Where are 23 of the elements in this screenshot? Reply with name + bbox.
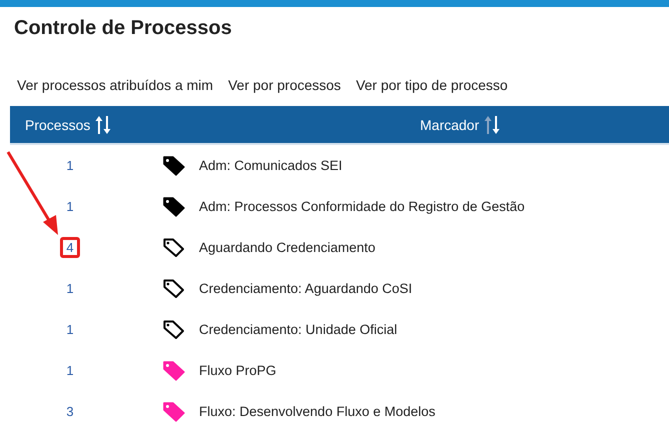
view-link[interactable]: Ver processos atribuídos a mim bbox=[17, 77, 214, 106]
page-title: Controle de Processos bbox=[13, 16, 233, 41]
process-count-link[interactable]: 1 bbox=[60, 360, 80, 381]
view-link[interactable]: Ver por tipo de processo bbox=[356, 77, 508, 106]
process-count-link[interactable]: 1 bbox=[60, 319, 80, 340]
process-count-link[interactable]: 1 bbox=[60, 196, 80, 217]
process-count-link[interactable]: 4 bbox=[60, 237, 80, 258]
column-header[interactable]: Processos bbox=[25, 116, 90, 132]
view-link[interactable]: Ver por processos bbox=[228, 77, 341, 106]
marker-link[interactable]: Credenciamento: Aguardando CoSI bbox=[199, 281, 412, 296]
process-count-link[interactable]: 1 bbox=[60, 155, 80, 176]
process-count-link[interactable]: 3 bbox=[60, 401, 80, 422]
marker-link[interactable]: Aguardando Credenciamento bbox=[199, 240, 376, 255]
marker-link[interactable]: Fluxo: Desenvolvendo Fluxo e Modelos bbox=[199, 404, 436, 419]
sort-icon[interactable] bbox=[95, 114, 112, 134]
column-header[interactable]: Marcador bbox=[420, 116, 480, 132]
sort-icon[interactable] bbox=[484, 114, 500, 134]
annotation-arrow-icon bbox=[4, 150, 59, 236]
marker-link[interactable]: Fluxo ProPG bbox=[199, 363, 276, 378]
marker-link[interactable]: Adm: Processos Conformidade do Registro de Gestão bbox=[199, 199, 525, 214]
marker-link[interactable]: Adm: Comunicados SEI bbox=[199, 158, 342, 173]
marker-link[interactable]: Credenciamento: Unidade Oficial bbox=[199, 322, 398, 337]
process-count-link[interactable]: 1 bbox=[60, 278, 80, 299]
